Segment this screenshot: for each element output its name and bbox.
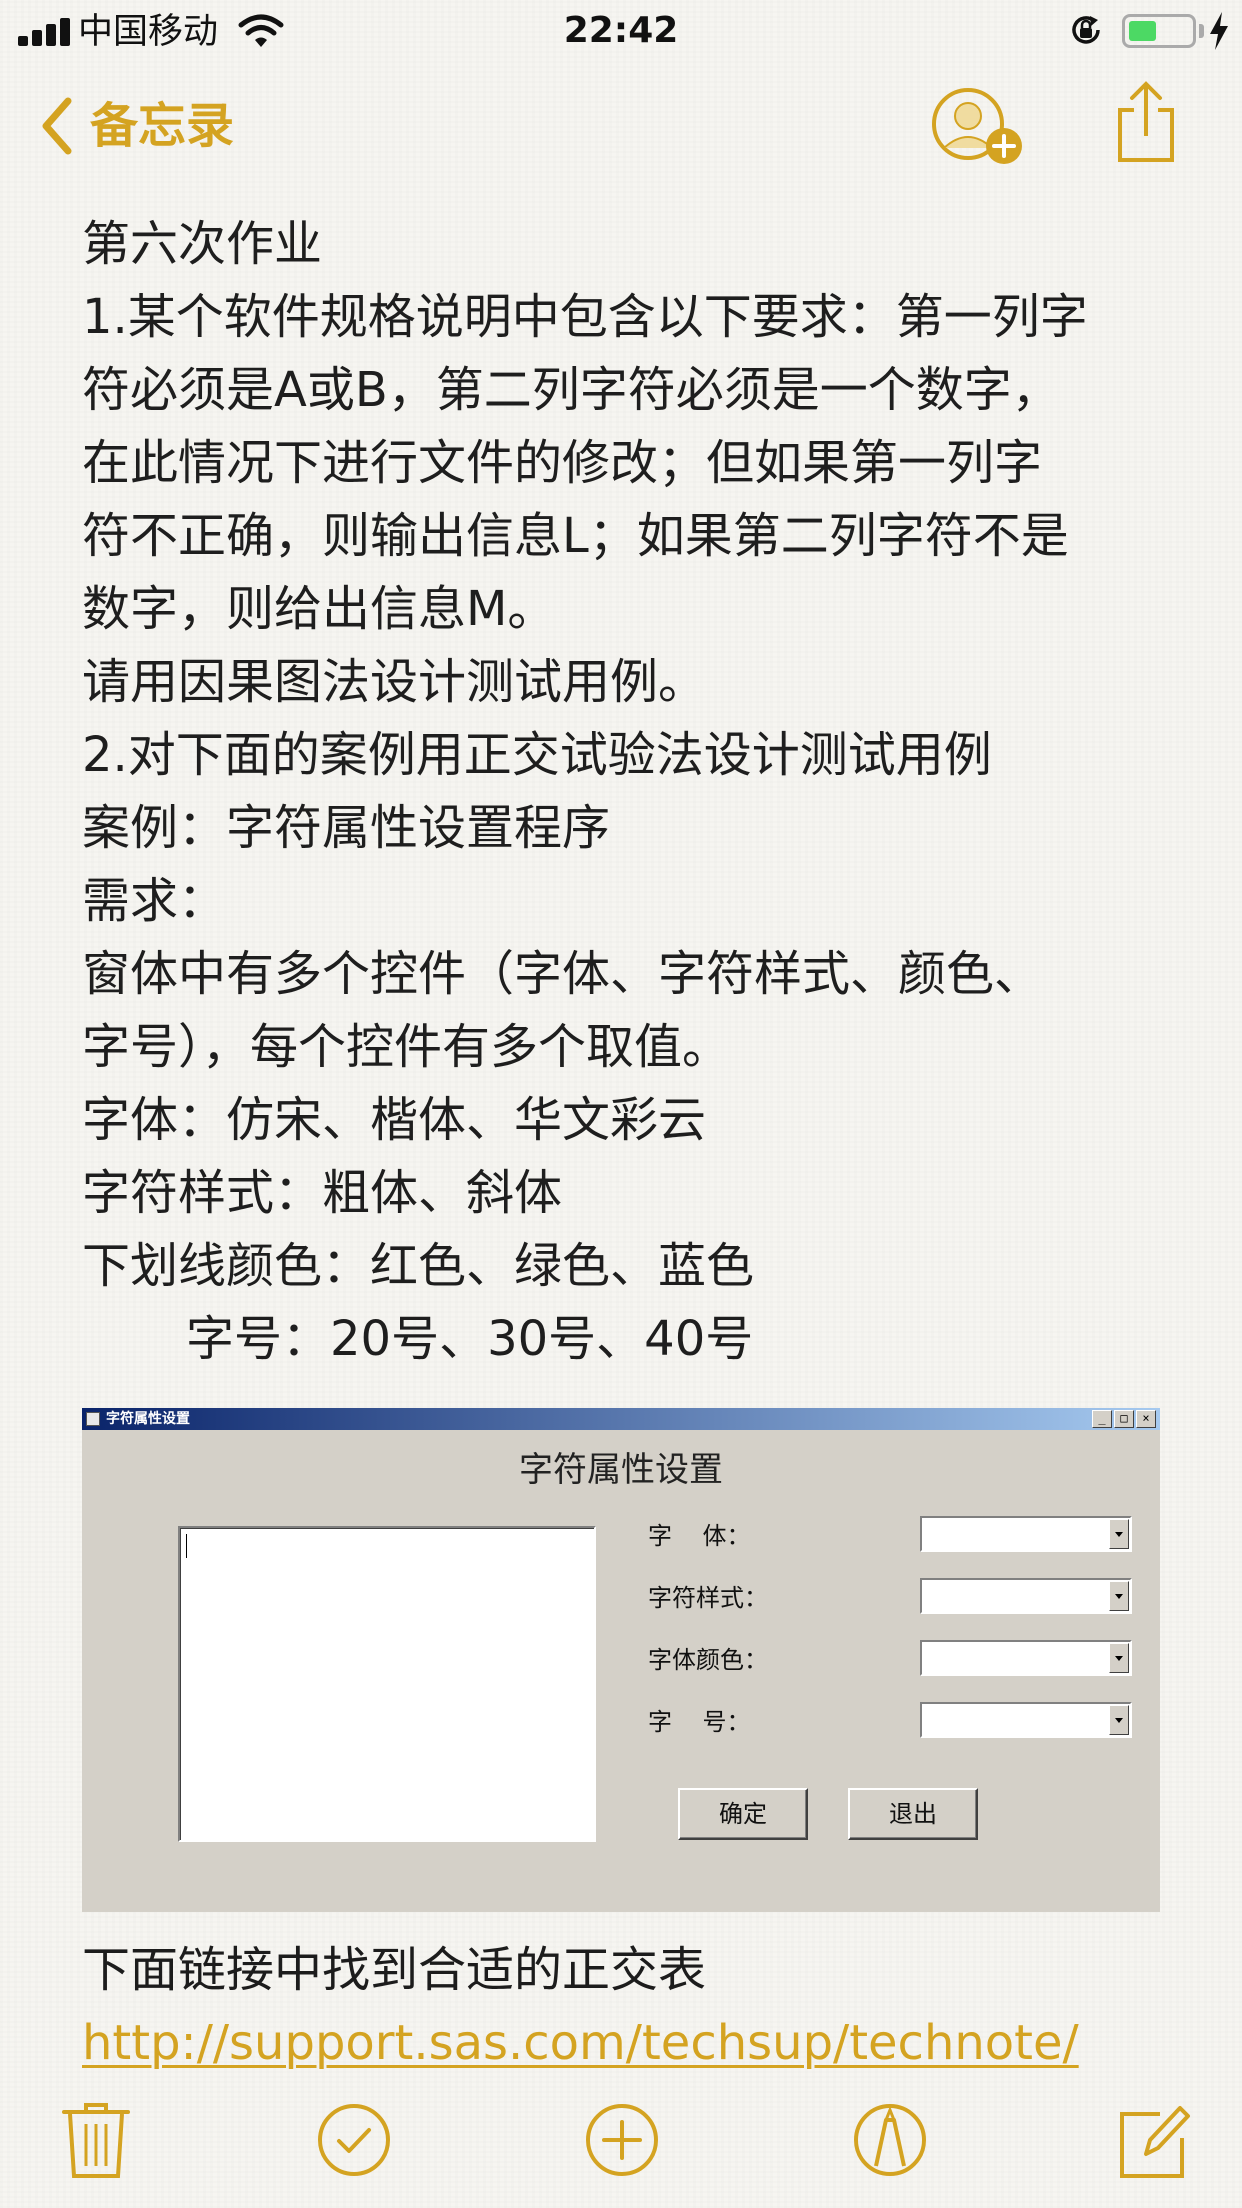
compose-icon[interactable] <box>1116 2100 1192 2180</box>
note-line: 2.对下面的案例用正交试验法设计测试用例 <box>82 727 992 783</box>
note-line: 下划线颜色：红色、绿色、蓝色 <box>82 1238 755 1294</box>
back-button-label: 备忘录 <box>90 98 235 154</box>
markup-icon[interactable] <box>852 2100 928 2180</box>
note-line: 字号），每个控件有多个取值。 <box>82 1019 731 1075</box>
chevron-down-icon <box>1109 1519 1129 1549</box>
style-combo <box>920 1578 1132 1614</box>
orthogonal-table-link[interactable]: http://support.sas.com/techsup/technote/ <box>82 2015 1079 2071</box>
note-line: 案例：字符属性设置程序 <box>82 800 611 856</box>
note-line: 在此情况下进行文件的修改；但如果第一列字 <box>82 435 1043 491</box>
dialog-window-title: 字符属性设置 <box>106 1411 190 1427</box>
dialog-heading: 字符属性设置 <box>519 1450 723 1490</box>
note-line: 第六次作业 <box>82 216 323 272</box>
dialog-titlebar: 字符属性设置 _ □ × <box>82 1408 1160 1430</box>
field-label: 字符样式： <box>648 1584 768 1612</box>
back-button[interactable]: 备忘录 <box>40 90 234 162</box>
text-caret <box>186 1534 187 1558</box>
share-icon[interactable] <box>1116 80 1176 164</box>
note-line: 需求： <box>82 873 227 929</box>
dialog-exit-button: 退出 <box>848 1788 978 1840</box>
note-line: 符不正确，则输出信息L；如果第二列字符不是 <box>82 508 1069 564</box>
trash-icon[interactable] <box>58 2100 134 2180</box>
window-buttons: _ □ × <box>1092 1410 1156 1428</box>
font-combo <box>920 1516 1132 1552</box>
battery-nub <box>1199 24 1204 38</box>
note-line: 窗体中有多个控件（字体、字符样式、颜色、 <box>82 946 1043 1002</box>
dialog-preview-area <box>178 1526 596 1842</box>
field-label: 字 号： <box>648 1708 751 1736</box>
dialog-field-style: 字符样式： <box>648 1578 1132 1618</box>
size-combo <box>920 1702 1132 1738</box>
note-line: 字体：仿宋、楷体、华文彩云 <box>82 1092 707 1148</box>
add-person-icon[interactable] <box>928 86 1028 168</box>
note-line: 请用因果图法设计测试用例。 <box>82 654 707 710</box>
note-line: 字符样式：粗体、斜体 <box>82 1165 563 1221</box>
battery-level <box>1129 21 1156 41</box>
note-line: 1.某个软件规格说明中包含以下要求：第一列字 <box>82 289 1088 345</box>
minimize-icon: _ <box>1092 1410 1112 1428</box>
field-label: 字体颜色： <box>648 1646 768 1674</box>
field-label: 字 体： <box>648 1522 751 1550</box>
status-bar: 中国移动 22:42 <box>0 0 1242 62</box>
note-footer: 下面链接中找到合适的正交表 http://support.sas.com/tec… <box>82 1934 1192 2080</box>
dialog-ok-button: 确定 <box>678 1788 808 1840</box>
charging-bolt-icon <box>1210 12 1228 50</box>
dialog-field-font: 字 体： <box>648 1516 1132 1556</box>
chevron-down-icon <box>1109 1705 1129 1735</box>
dialog-field-size: 字 号： <box>648 1702 1132 1742</box>
note-line: 下面链接中找到合适的正交表 <box>82 1942 707 1998</box>
clock: 22:42 <box>563 10 679 51</box>
note-body[interactable]: 第六次作业 1.某个软件规格说明中包含以下要求：第一列字 符必须是A或B，第二列… <box>82 208 1192 1376</box>
embedded-dialog-image[interactable]: 字符属性设置 _ □ × 字符属性设置 字 体： 字符样式： 字体颜色： 字 号… <box>82 1408 1160 1912</box>
rotation-lock-icon <box>1072 16 1100 44</box>
app-icon <box>86 1412 100 1426</box>
chevron-down-icon <box>1109 1581 1129 1611</box>
battery-icon <box>1122 14 1196 48</box>
note-line: 数字，则给出信息M。 <box>82 581 556 637</box>
maximize-icon: □ <box>1114 1410 1134 1428</box>
dialog-field-color: 字体颜色： <box>648 1640 1132 1680</box>
chevron-left-icon <box>42 97 72 155</box>
chevron-down-icon <box>1109 1643 1129 1673</box>
color-combo <box>920 1640 1132 1676</box>
close-icon: × <box>1136 1410 1156 1428</box>
add-icon[interactable] <box>584 2100 660 2180</box>
checklist-icon[interactable] <box>316 2100 392 2180</box>
note-line: 符必须是A或B，第二列字符必须是一个数字， <box>82 362 1060 418</box>
note-line: 字号：20号、30号、40号 <box>186 1311 754 1367</box>
